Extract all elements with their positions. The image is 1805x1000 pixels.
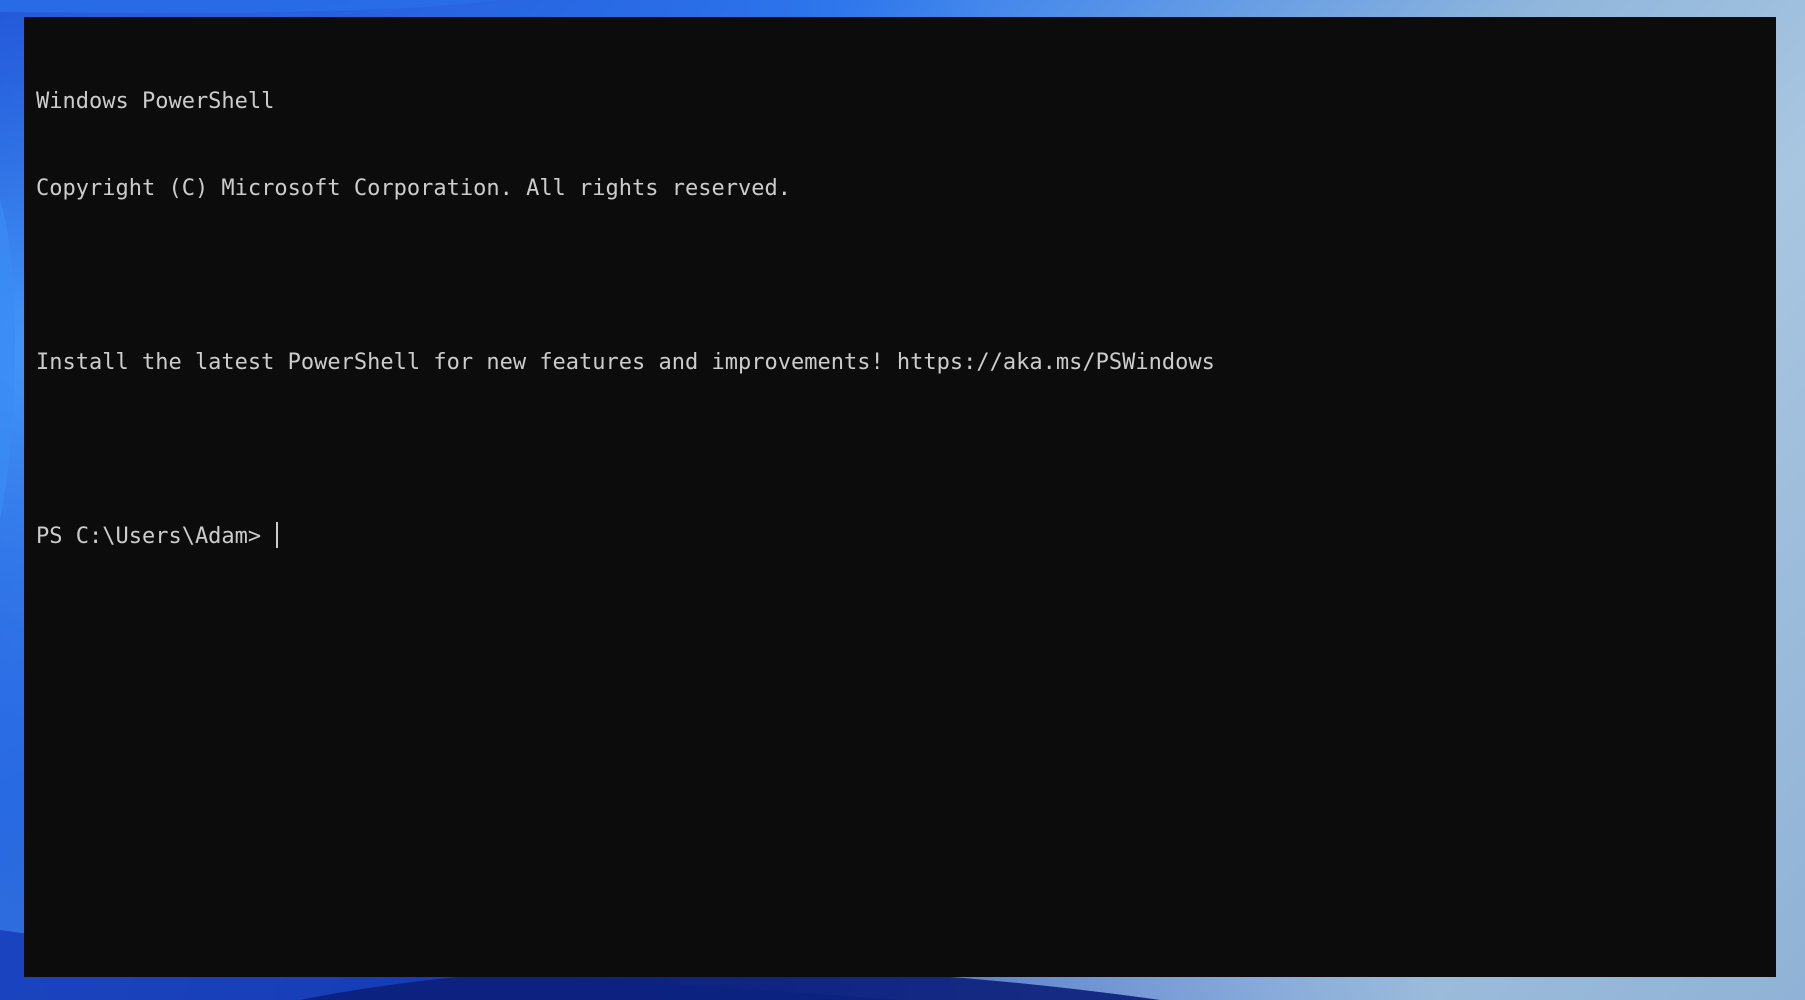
console-line-install-notice: Install the latest PowerShell for new fe… <box>36 350 1215 375</box>
text-cursor <box>276 522 279 548</box>
prompt-line[interactable]: PS C:\Users\Adam> <box>36 522 1764 551</box>
console-line-title: Windows PowerShell <box>36 89 275 114</box>
console-line-blank <box>36 261 1764 290</box>
console-line-blank-2 <box>36 435 1764 464</box>
prompt-text: PS C:\Users\Adam> <box>36 524 275 549</box>
powershell-window[interactable]: Windows PowerShell Copyright (C) Microso… <box>24 17 1776 977</box>
console-output[interactable]: Windows PowerShell Copyright (C) Microso… <box>36 29 1764 965</box>
console-line-copyright: Copyright (C) Microsoft Corporation. All… <box>36 176 791 201</box>
